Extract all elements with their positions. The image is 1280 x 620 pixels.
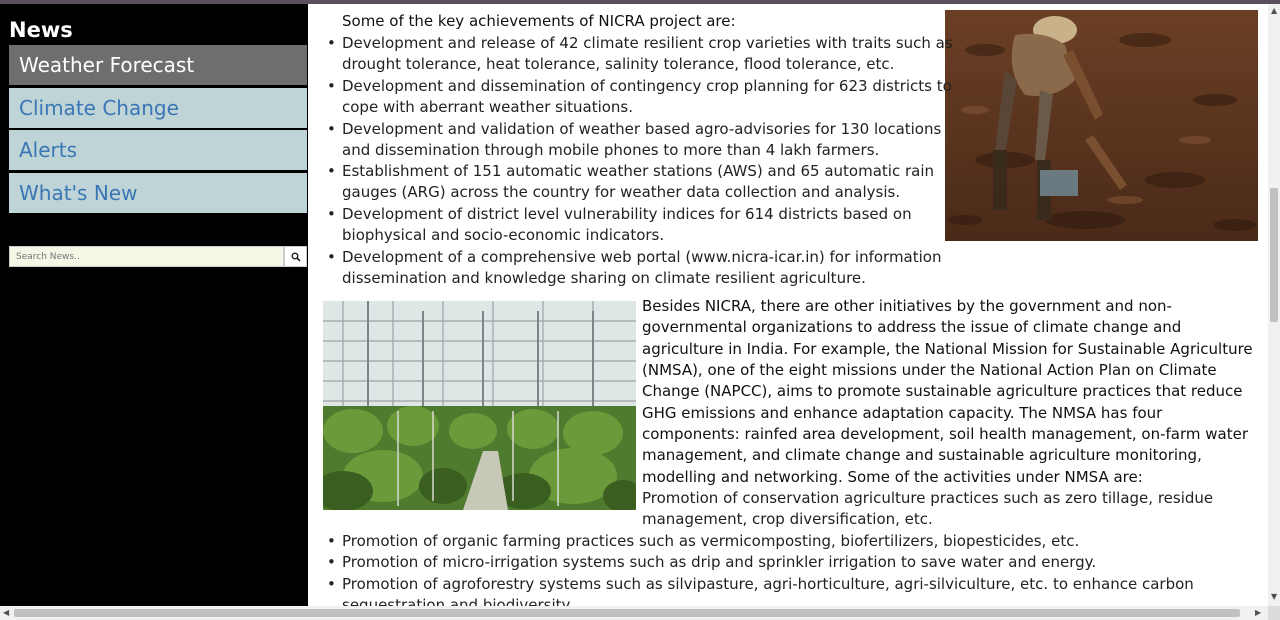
achievement-line: Establishment of 151 automatic weather s… <box>342 162 935 180</box>
farmer-photo <box>945 10 1258 241</box>
article-content: Some of the key achievements of NICRA pr… <box>308 4 1268 606</box>
bullet-icon: • <box>327 248 336 266</box>
paragraph-line: Change (NAPCC), aims to promote sustaina… <box>642 382 1243 400</box>
paragraph-line: GHG emissions and enhance adaptation cap… <box>642 404 1163 422</box>
achievement-line: Development of a comprehensive web porta… <box>342 248 942 266</box>
achievement-line: Development and validation of weather ba… <box>342 120 942 138</box>
vertical-scrollbar[interactable]: ▲ ▼ <box>1268 4 1280 606</box>
achievement-line: cope with aberrant weather situations. <box>342 98 634 116</box>
bullet-icon: • <box>327 77 336 95</box>
search-input[interactable] <box>9 246 284 267</box>
vertical-scroll-thumb[interactable] <box>1270 188 1278 322</box>
achievement-line: Development of district level vulnerabil… <box>342 205 912 223</box>
bullet-icon: • <box>327 120 336 138</box>
achievement-line: drought tolerance, heat tolerance, salin… <box>342 55 895 73</box>
paragraph-line: modelling and networking. Some of the ac… <box>642 468 1143 486</box>
scrollbar-corner <box>1268 606 1280 620</box>
scroll-up-icon[interactable]: ▲ <box>1271 6 1277 16</box>
sidebar-item-alerts[interactable]: Alerts <box>9 130 307 170</box>
bullet-icon: • <box>327 162 336 180</box>
paragraph-line: management, and climate change and susta… <box>642 446 1202 464</box>
paragraph-line: governmental organizations to address th… <box>642 318 1182 336</box>
paragraph-line: Besides NICRA, there are other initiativ… <box>642 297 1172 315</box>
search-button[interactable] <box>284 246 307 267</box>
bullet-icon: • <box>327 553 336 571</box>
greenhouse-photo <box>323 301 636 510</box>
paragraph-line: Promotion of conservation agriculture pr… <box>642 489 1214 507</box>
intro-text: Some of the key achievements of NICRA pr… <box>342 12 736 30</box>
paragraph-line: management, crop diversification, etc. <box>642 510 933 528</box>
sidebar-item-weather-forecast[interactable]: Weather Forecast <box>9 45 307 85</box>
achievement-line: Development and dissemination of conting… <box>342 77 952 95</box>
search-icon <box>291 252 301 262</box>
paragraph-line: agriculture in India. For example, the N… <box>642 340 1253 358</box>
achievement-line: Development and release of 42 climate re… <box>342 34 953 52</box>
sidebar-heading: News <box>9 18 73 42</box>
achievement-line: gauges (ARG) across the country for weat… <box>342 183 901 201</box>
sidebar-item-climate-change[interactable]: Climate Change <box>9 88 307 128</box>
activity-line: Promotion of micro-irrigation systems su… <box>342 553 1097 571</box>
activity-line: Promotion of agroforestry systems such a… <box>342 575 1194 593</box>
sidebar-item-whats-new[interactable]: What's New <box>9 173 307 213</box>
sidebar: News Weather Forecast Climate Change Ale… <box>0 4 308 606</box>
achievement-line: biophysical and socio-economic indicator… <box>342 226 665 244</box>
scroll-right-icon[interactable]: ▶ <box>1255 608 1261 618</box>
bullet-icon: • <box>327 575 336 593</box>
achievement-line: dissemination and knowledge sharing on c… <box>342 269 866 287</box>
bullet-icon: • <box>327 532 336 550</box>
bullet-icon: • <box>327 34 336 52</box>
activity-line: Promotion of organic farming practices s… <box>342 532 1080 550</box>
horizontal-scroll-thumb[interactable] <box>14 609 1240 617</box>
activity-line: sequestration and biodiversity. <box>342 596 574 606</box>
search-bar <box>9 246 307 267</box>
scroll-down-icon[interactable]: ▼ <box>1271 592 1277 602</box>
scroll-left-icon[interactable]: ◀ <box>3 608 9 618</box>
achievement-line: and dissemination through mobile phones … <box>342 141 880 159</box>
bullet-icon: • <box>327 205 336 223</box>
horizontal-scrollbar[interactable]: ◀ ▶ <box>0 606 1268 620</box>
paragraph-line: (NMSA), one of the eight missions under … <box>642 361 1217 379</box>
paragraph-line: components: rainfed area development, so… <box>642 425 1248 443</box>
